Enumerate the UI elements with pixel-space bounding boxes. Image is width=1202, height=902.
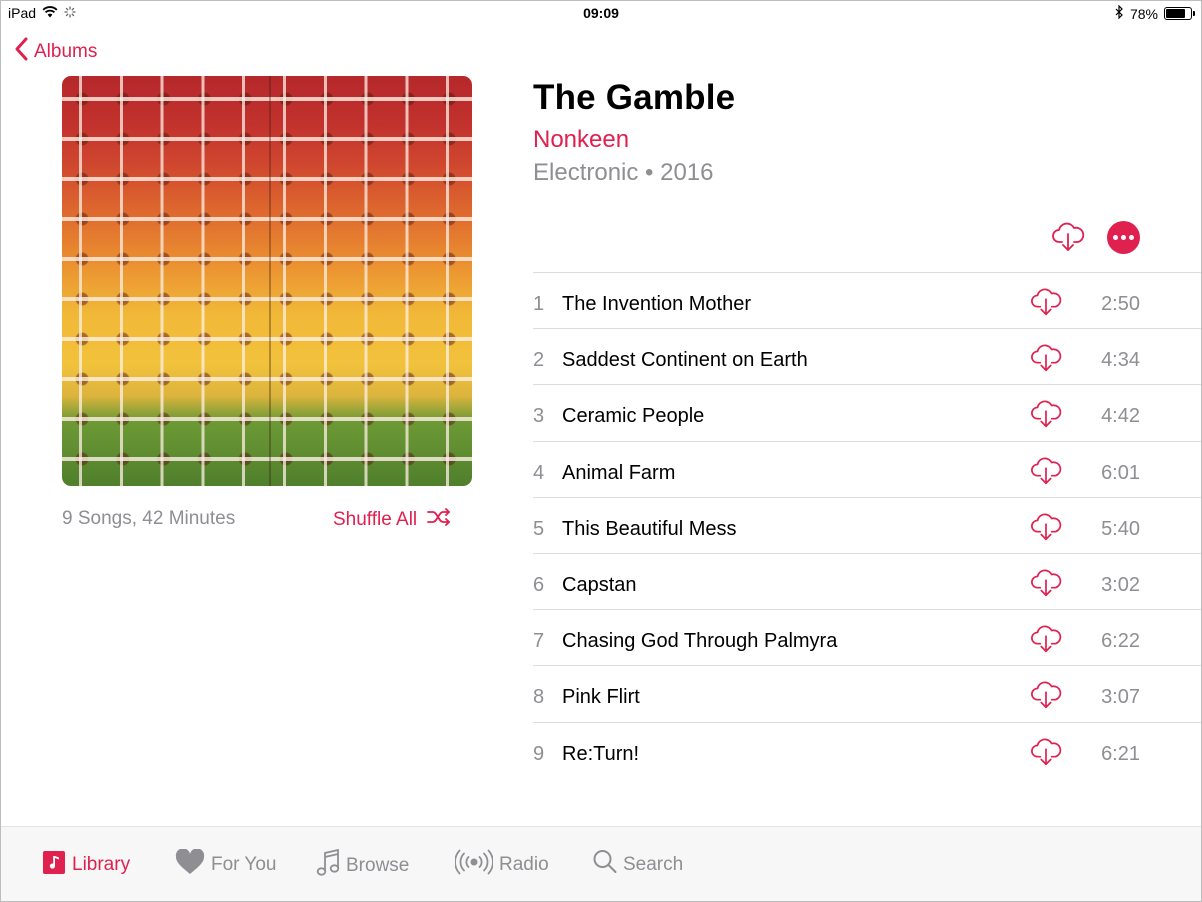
track-number: 7 xyxy=(533,630,545,653)
status-bar: iPad 09:09 78% xyxy=(0,0,1202,26)
shuffle-label: Shuffle All xyxy=(333,509,418,530)
track-number: 4 xyxy=(533,461,545,484)
cloud-download-icon[interactable] xyxy=(1030,399,1062,434)
album-summary: 9 Songs, 42 Minutes xyxy=(62,508,236,529)
track-title: Animal Farm xyxy=(562,461,676,484)
cloud-download-icon[interactable] xyxy=(1030,287,1062,322)
tab-label: Search xyxy=(623,854,684,875)
track-title: Pink Flirt xyxy=(562,686,640,709)
cloud-download-icon[interactable] xyxy=(1030,456,1062,491)
cloud-download-icon[interactable] xyxy=(1030,512,1062,547)
back-label: Albums xyxy=(34,41,98,62)
track-number: 8 xyxy=(533,686,545,709)
track-row[interactable]: 3 Ceramic People 4:42 xyxy=(533,385,1202,442)
heart-icon xyxy=(175,848,205,881)
track-row[interactable]: 8 Pink Flirt 3:07 xyxy=(533,666,1202,723)
track-title: Chasing God Through Palmyra xyxy=(562,630,838,653)
track-duration: 4:34 xyxy=(1101,349,1140,372)
track-title: Ceramic People xyxy=(562,405,705,428)
tab-radio[interactable]: Radio xyxy=(454,849,549,881)
radio-icon xyxy=(454,849,494,881)
tab-browse[interactable]: Browse xyxy=(316,848,410,883)
tab-label: Library xyxy=(72,854,131,875)
chevron-left-icon xyxy=(14,37,28,67)
tab-library[interactable]: Library xyxy=(42,849,130,881)
cloud-download-icon[interactable] xyxy=(1030,624,1062,659)
track-row[interactable]: 2 Saddest Continent on Earth 4:34 xyxy=(533,329,1202,386)
track-number: 6 xyxy=(533,573,545,596)
album-title: The Gamble xyxy=(533,78,736,117)
track-title: This Beautiful Mess xyxy=(562,517,737,540)
cloud-download-icon xyxy=(1051,222,1085,256)
shuffle-icon xyxy=(427,508,451,532)
back-button[interactable]: Albums xyxy=(14,37,97,67)
track-row[interactable]: 1 The Invention Mother 2:50 xyxy=(533,273,1202,330)
tab-search[interactable]: Search xyxy=(593,849,683,881)
track-number: 2 xyxy=(533,349,545,372)
cloud-download-icon[interactable] xyxy=(1030,737,1062,772)
bluetooth-icon xyxy=(1115,4,1124,22)
track-list: 1 The Invention Mother 2:50 2 Saddest Co… xyxy=(533,272,1202,779)
track-duration: 3:02 xyxy=(1101,573,1140,596)
track-duration: 5:40 xyxy=(1101,517,1140,540)
track-duration: 3:07 xyxy=(1101,686,1140,709)
track-number: 3 xyxy=(533,405,545,428)
shuffle-all-button[interactable]: Shuffle All xyxy=(333,508,451,532)
music-note-icon xyxy=(316,848,340,883)
track-row[interactable]: 5 This Beautiful Mess 5:40 xyxy=(533,498,1202,554)
album-artwork[interactable] xyxy=(62,76,472,486)
cloud-download-icon[interactable] xyxy=(1030,568,1062,603)
track-row[interactable]: 9 Re:Turn! 6:21 xyxy=(533,723,1202,779)
tab-bar: Library For You Browse Radio Search xyxy=(0,826,1202,902)
battery-percent: 78% xyxy=(1129,5,1158,22)
track-number: 9 xyxy=(533,742,545,765)
track-row[interactable]: 7 Chasing God Through Palmyra 6:22 xyxy=(533,610,1202,667)
more-dot xyxy=(1121,235,1126,240)
track-duration: 6:01 xyxy=(1101,461,1140,484)
track-row[interactable]: 4 Animal Farm 6:01 xyxy=(533,442,1202,498)
cloud-download-icon[interactable] xyxy=(1030,343,1062,378)
status-right: 78% xyxy=(1115,4,1195,22)
more-dot xyxy=(1129,235,1134,240)
track-duration: 2:50 xyxy=(1101,293,1140,315)
track-duration: 6:22 xyxy=(1101,630,1140,653)
tab-label: Radio xyxy=(499,854,549,875)
search-icon xyxy=(593,849,617,881)
more-options-button[interactable] xyxy=(1107,221,1140,254)
track-title: Re:Turn! xyxy=(562,742,640,765)
battery-level xyxy=(1166,9,1185,18)
tab-label: Browse xyxy=(346,855,410,876)
track-duration: 6:21 xyxy=(1101,742,1140,765)
track-duration: 4:42 xyxy=(1101,405,1140,428)
track-number: 1 xyxy=(533,293,545,315)
library-icon xyxy=(42,849,66,881)
artist-link[interactable]: Nonkeen xyxy=(533,126,629,154)
status-time: 09:09 xyxy=(583,5,619,21)
track-title: The Invention Mother xyxy=(562,293,751,315)
download-album-button[interactable] xyxy=(1051,222,1085,257)
track-title: Saddest Continent on Earth xyxy=(562,349,808,372)
track-title: Capstan xyxy=(562,573,637,596)
cloud-download-icon[interactable] xyxy=(1030,680,1062,715)
track-number: 5 xyxy=(533,517,545,540)
tab-label: For You xyxy=(211,854,277,875)
genre-year: Electronic • 2016 xyxy=(533,159,714,186)
more-dot xyxy=(1113,235,1118,240)
battery-icon xyxy=(1164,7,1195,20)
tab-for-you[interactable]: For You xyxy=(175,848,277,881)
track-row[interactable]: 6 Capstan 3:02 xyxy=(533,554,1202,611)
